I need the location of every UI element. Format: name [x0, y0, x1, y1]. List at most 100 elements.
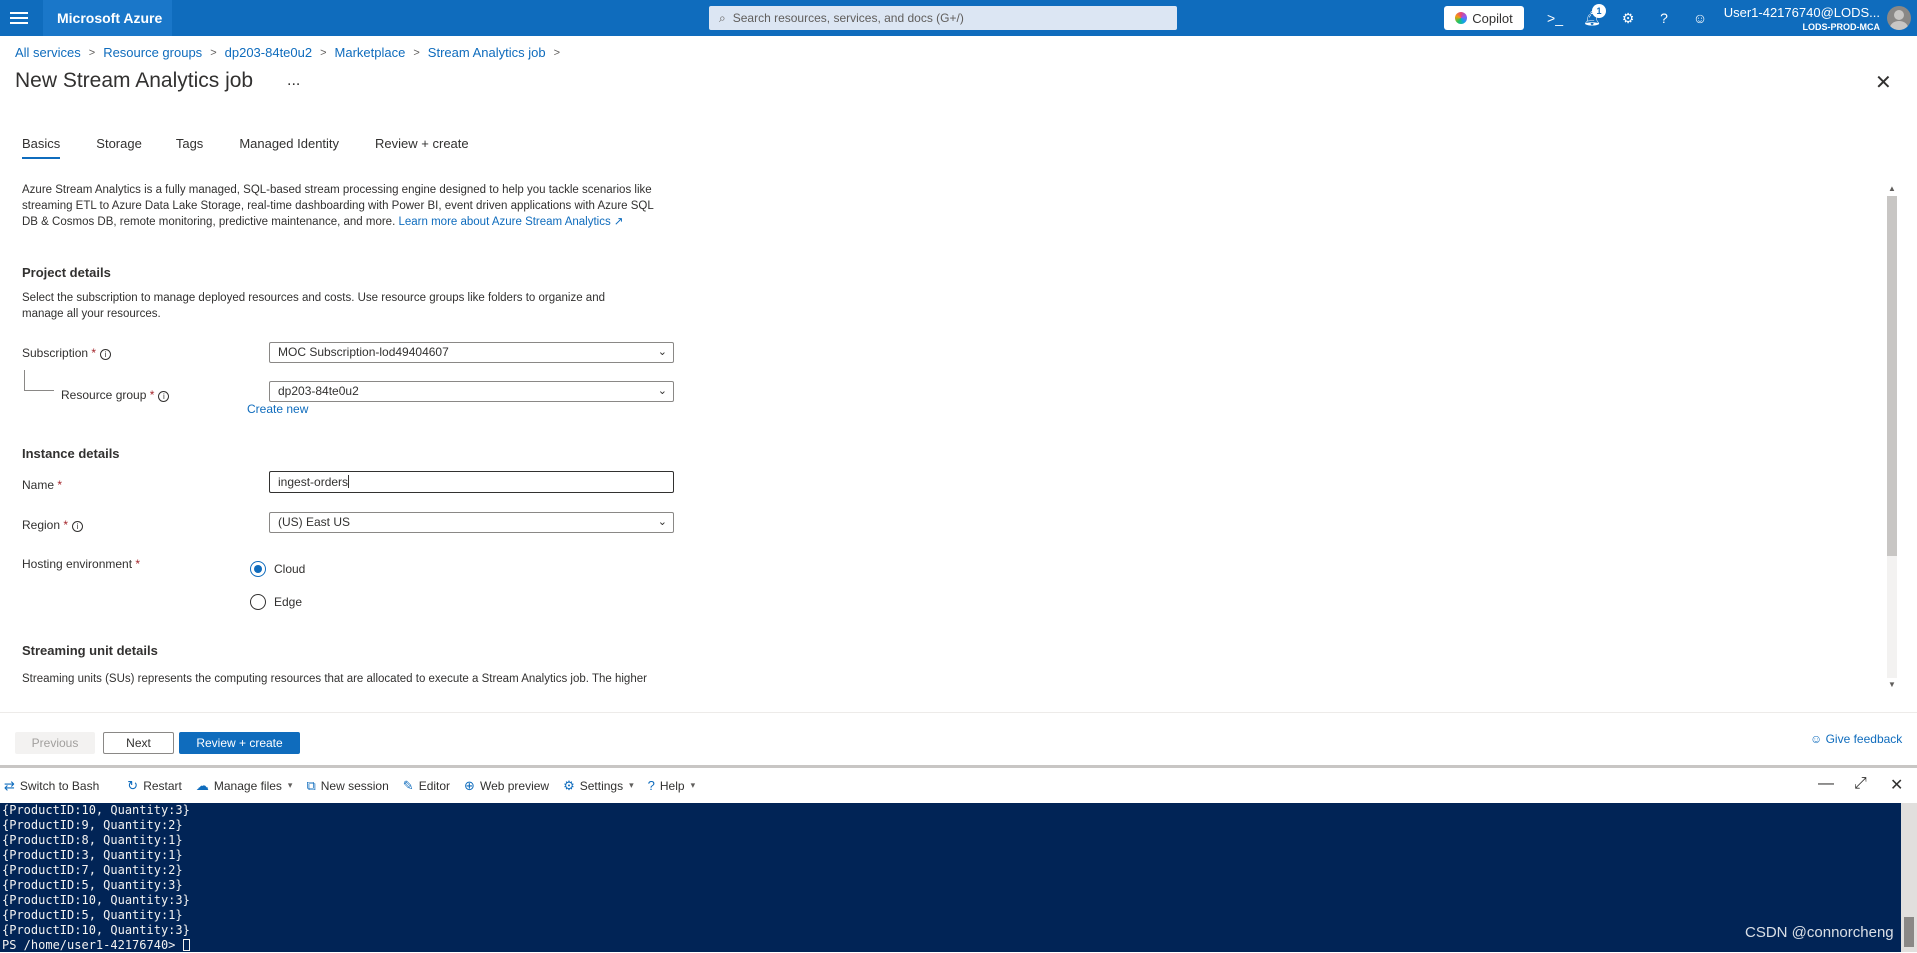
terminal-cursor — [182, 939, 190, 951]
tab-bar: Basics Storage Tags Managed Identity Rev… — [22, 136, 469, 159]
minimize-icon[interactable]: — — [1818, 775, 1834, 793]
scroll-down-icon[interactable]: ▼ — [1887, 680, 1897, 689]
notifications-icon[interactable]: 🔔︎ 1 — [1582, 4, 1606, 28]
web-preview-button[interactable]: ⊕ Web preview — [464, 778, 549, 794]
chevron-right-icon: > — [553, 46, 561, 59]
scroll-up-icon[interactable]: ▲ — [1887, 184, 1897, 193]
terminal-line: {ProductID:3, Quantity:1} — [2, 848, 183, 862]
editor-button[interactable]: ✎ Editor — [403, 778, 450, 794]
more-options-icon[interactable]: ... — [287, 72, 300, 90]
cloud-upload-icon: ☁ — [195, 777, 209, 793]
breadcrumb-item[interactable]: Marketplace — [335, 45, 406, 60]
user-tenant: LODS-PROD-MCA — [1802, 22, 1881, 32]
intro-text: Azure Stream Analytics is a fully manage… — [22, 182, 654, 230]
previous-button[interactable]: Previous — [15, 732, 95, 754]
external-link-icon[interactable]: ↗ — [614, 216, 624, 228]
info-icon: i — [72, 521, 84, 532]
settings-button[interactable]: ⚙ Settings ▾ — [563, 778, 634, 794]
tab-storage[interactable]: Storage — [96, 136, 142, 159]
terminal-output[interactable]: {ProductID:10, Quantity:3} {ProductID:9,… — [0, 803, 1917, 952]
user-name: User1-42176740@LODS... — [1723, 5, 1880, 20]
terminal-line: {ProductID:7, Quantity:2} — [2, 863, 183, 877]
help-icon[interactable]: ? — [1654, 8, 1674, 28]
content-scrollbar[interactable]: ▲ ▼ — [1885, 182, 1899, 692]
region-label: Region * i — [22, 517, 84, 533]
maximize-icon[interactable]: ⤢ — [1854, 775, 1867, 793]
avatar[interactable] — [1887, 6, 1911, 30]
menu-icon[interactable] — [10, 9, 28, 27]
new-session-button[interactable]: ⧉ New session — [306, 778, 388, 794]
review-create-button[interactable]: Review + create — [179, 732, 300, 754]
region-select[interactable]: (US) East US ⌄ — [269, 512, 674, 533]
project-details-heading: Project details — [22, 265, 111, 280]
name-value: ingest-orders — [278, 475, 349, 489]
chevron-down-icon: ▾ — [690, 780, 696, 790]
feedback-icon: ☺ — [1810, 732, 1826, 746]
user-account[interactable]: User1-42176740@LODS... LODS-PROD-MCA — [1700, 5, 1880, 32]
copilot-label: Copilot — [1472, 10, 1513, 26]
manage-files-button[interactable]: ☁ Manage files ▾ — [196, 778, 293, 794]
chevron-right-icon: > — [210, 46, 217, 59]
search-icon: ⌕ — [719, 10, 726, 25]
breadcrumb-item[interactable]: Resource groups — [103, 45, 202, 60]
breadcrumb-item[interactable]: dp203-84te0u2 — [225, 45, 312, 60]
terminal-line: {ProductID:5, Quantity:3} — [2, 878, 183, 892]
terminal-line: {ProductID:9, Quantity:2} — [2, 818, 183, 832]
chevron-down-icon: ⌄ — [657, 346, 667, 358]
name-label: Name * — [22, 478, 63, 492]
resource-group-select[interactable]: dp203-84te0u2 ⌄ — [269, 381, 674, 402]
name-input[interactable]: ingest-orders — [269, 471, 674, 493]
region-value: (US) East US — [278, 515, 351, 529]
chevron-down-icon: ▾ — [629, 780, 634, 790]
create-new-link[interactable]: Create new — [247, 401, 308, 417]
terminal-prompt[interactable]: PS /home/user1-42176740> — [2, 938, 1917, 953]
watermark: CSDN @connorcheng — [1745, 924, 1894, 941]
chevron-down-icon: ▾ — [287, 780, 293, 790]
search-input[interactable]: ⌕ Search resources, services, and docs (… — [709, 6, 1177, 30]
tree-connector — [24, 390, 54, 391]
cloud-shell-icon[interactable]: >_ — [1545, 8, 1565, 28]
radio-cloud[interactable]: Cloud — [250, 561, 305, 577]
help-button[interactable]: ? Help ▾ — [648, 778, 695, 793]
breadcrumb-item[interactable]: All services — [15, 45, 81, 60]
close-shell-icon[interactable]: ✕ — [1890, 775, 1903, 795]
info-icon: i — [100, 349, 112, 360]
radio-edge[interactable]: Edge — [250, 594, 302, 610]
tab-tags[interactable]: Tags — [176, 136, 203, 159]
tab-basics[interactable]: Basics — [22, 136, 61, 159]
notification-badge: 1 — [1592, 4, 1606, 18]
close-icon[interactable]: ✕ — [1875, 70, 1892, 95]
settings-icon[interactable]: ⚙ — [1618, 8, 1638, 28]
terminal-line: {ProductID:10, Quantity:3} — [2, 803, 190, 817]
tab-managed-identity[interactable]: Managed Identity — [239, 136, 339, 159]
restart-icon: ↻ — [127, 777, 139, 793]
resource-group-label: Resource group * i — [61, 387, 170, 403]
switch-to-bash-button[interactable]: ⇄ Switch to Bash — [4, 778, 99, 794]
subscription-value: MOC Subscription-lod49404607 — [278, 345, 449, 359]
info-icon: i — [158, 391, 170, 402]
terminal-line: {ProductID:5, Quantity:1} — [2, 908, 183, 922]
next-button[interactable]: Next — [103, 732, 174, 754]
terminal-scrollbar[interactable] — [1901, 803, 1917, 952]
learn-more-link[interactable]: Learn more about Azure Stream Analytics — [398, 216, 610, 228]
copilot-icon — [1455, 12, 1468, 24]
copilot-button[interactable]: Copilot — [1444, 6, 1524, 30]
breadcrumb-item[interactable]: Stream Analytics job — [428, 45, 546, 60]
scroll-thumb[interactable] — [1887, 196, 1897, 556]
subscription-label: Subscription * i — [22, 345, 112, 361]
text-cursor — [348, 475, 350, 488]
resource-group-value: dp203-84te0u2 — [278, 384, 359, 398]
give-feedback-link[interactable]: ☺ Give feedback — [1810, 732, 1902, 746]
edit-icon: ✎ — [402, 777, 414, 793]
search-placeholder: Search resources, services, and docs (G+… — [732, 11, 964, 25]
breadcrumb: All services > Resource groups > dp203-84t… — [15, 45, 568, 60]
scroll-thumb[interactable] — [1904, 917, 1914, 947]
tab-review-create[interactable]: Review + create — [375, 136, 469, 159]
page-title: New Stream Analytics job — [15, 69, 254, 92]
hosting-environment-label: Hosting environment * — [22, 557, 141, 571]
restart-button[interactable]: ↻ Restart — [127, 778, 182, 794]
brand-logo[interactable]: Microsoft Azure — [43, 0, 172, 36]
subscription-select[interactable]: MOC Subscription-lod49404607 ⌄ — [269, 342, 674, 363]
chevron-right-icon: > — [320, 46, 327, 59]
new-session-icon: ⧉ — [306, 777, 316, 793]
